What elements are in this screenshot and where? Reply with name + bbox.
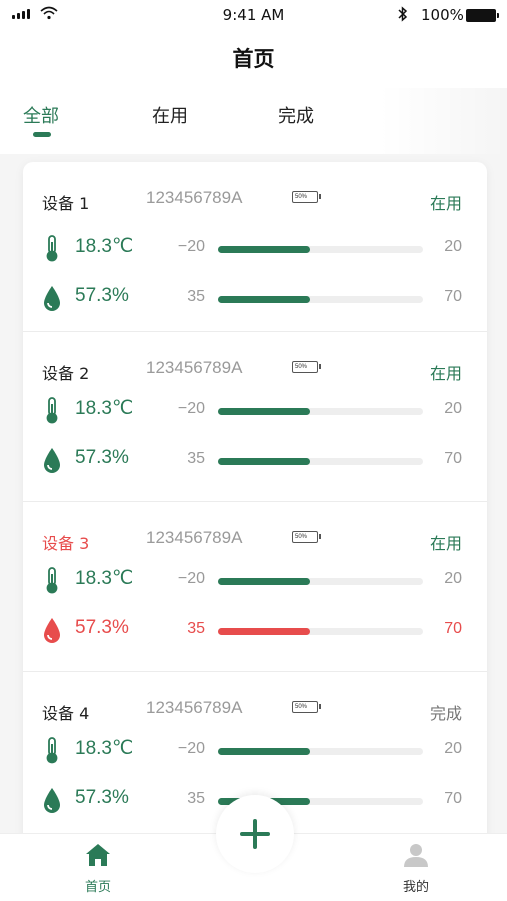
humidity-value: 57.3% [75,787,129,808]
tab-all[interactable]: 全部 [23,102,59,128]
device-status: 在用 [429,534,462,553]
device-status: 在用 [429,194,462,213]
humidity-min: 35 [187,288,205,305]
temperature-value: 18.3℃ [75,236,134,257]
temperature-max: 20 [444,400,462,417]
device-card[interactable]: 设备 2 123456789A 50% 在用 18.3℃ −20 20 57.3… [23,331,487,500]
temperature-bar [218,748,423,755]
humidity-bar [218,458,423,465]
device-battery-icon: 50% [292,361,321,373]
temperature-bar [218,246,423,253]
battery-icon [466,9,499,22]
temperature-row: 18.3℃ −20 20 [23,564,487,598]
add-device-button[interactable] [216,795,294,873]
device-battery-icon: 50% [292,701,321,713]
status-bar: 9:41 AM 100% [0,0,507,30]
device-name: 设备 4 [42,704,90,723]
device-battery-label: 50% [295,194,308,200]
water-drop-icon [44,618,60,643]
device-serial: 123456789A [146,528,243,547]
temperature-max: 20 [444,238,462,255]
filter-tabs: 全部 在用 完成 [0,88,507,154]
device-status: 在用 [429,364,462,383]
temperature-row: 18.3℃ −20 20 [23,394,487,428]
humidity-value: 57.3% [75,447,129,468]
device-serial: 123456789A [146,698,243,717]
humidity-row: 57.3% 35 70 [23,614,487,648]
humidity-max: 70 [444,450,462,467]
temperature-bar-fill [218,578,311,585]
temperature-min: −20 [177,400,205,417]
temperature-value: 18.3℃ [75,738,134,759]
water-drop-icon [44,286,60,311]
device-serial: 123456789A [146,188,243,207]
humidity-bar [218,628,423,635]
home-icon [86,844,110,866]
bluetooth-icon [398,6,408,22]
temperature-min: −20 [177,570,205,587]
temperature-max: 20 [444,740,462,757]
tab-completed[interactable]: 完成 [278,102,314,128]
temperature-min: −20 [177,740,205,757]
device-status: 完成 [429,704,462,723]
temperature-min: −20 [177,238,205,255]
device-name: 设备 3 [42,534,90,553]
humidity-min: 35 [187,620,205,637]
tab-me[interactable]: 我的 [376,842,456,895]
device-serial: 123456789A [146,358,243,377]
temperature-row: 18.3℃ −20 20 [23,232,487,266]
device-card[interactable]: 设备 1 123456789A 50% 在用 18.3℃ −20 20 57.3… [23,162,487,330]
device-list: 设备 1 123456789A 50% 在用 18.3℃ −20 20 57.3… [23,162,487,862]
thermometer-icon [46,567,58,594]
temperature-value: 18.3℃ [75,398,134,419]
humidity-value: 57.3% [75,617,129,638]
humidity-bar [218,296,423,303]
tab-home-label: 首页 [84,880,111,895]
humidity-bar-fill [218,458,311,465]
temperature-max: 20 [444,570,462,587]
humidity-bar-fill [218,296,311,303]
temperature-value: 18.3℃ [75,568,134,589]
water-drop-icon [44,788,60,813]
thermometer-icon [46,397,58,424]
device-battery-icon: 50% [292,531,321,543]
user-icon [404,844,428,867]
tab-in-use[interactable]: 在用 [152,102,188,128]
humidity-max: 70 [444,288,462,305]
device-card[interactable]: 设备 3 123456789A 50% 在用 18.3℃ −20 20 57.3… [23,501,487,670]
device-battery-label: 50% [295,364,308,370]
humidity-bar-fill [218,628,311,635]
humidity-value: 57.3% [75,285,129,306]
temperature-bar-fill [218,748,311,755]
tab-home[interactable]: 首页 [58,842,138,895]
page-title: 首页 [0,30,507,88]
battery-percent: 100% [421,6,464,24]
temperature-bar [218,408,423,415]
temperature-bar-fill [218,246,311,253]
humidity-min: 35 [187,450,205,467]
temperature-bar [218,578,423,585]
humidity-max: 70 [444,790,462,807]
temperature-bar-fill [218,408,311,415]
water-drop-icon [44,448,60,473]
tab-me-label: 我的 [402,880,429,895]
device-name: 设备 2 [42,364,90,383]
thermometer-icon [46,737,58,764]
temperature-row: 18.3℃ −20 20 [23,734,487,768]
device-battery-icon: 50% [292,191,321,203]
device-battery-label: 50% [295,534,308,540]
humidity-row: 57.3% 35 70 [23,444,487,478]
device-name: 设备 1 [42,194,90,213]
humidity-max: 70 [444,620,462,637]
plus-icon [240,819,270,849]
humidity-min: 35 [187,790,205,807]
tab-indicator [33,132,51,137]
thermometer-icon [46,235,58,262]
humidity-row: 57.3% 35 70 [23,282,487,316]
device-battery-label: 50% [295,704,308,710]
